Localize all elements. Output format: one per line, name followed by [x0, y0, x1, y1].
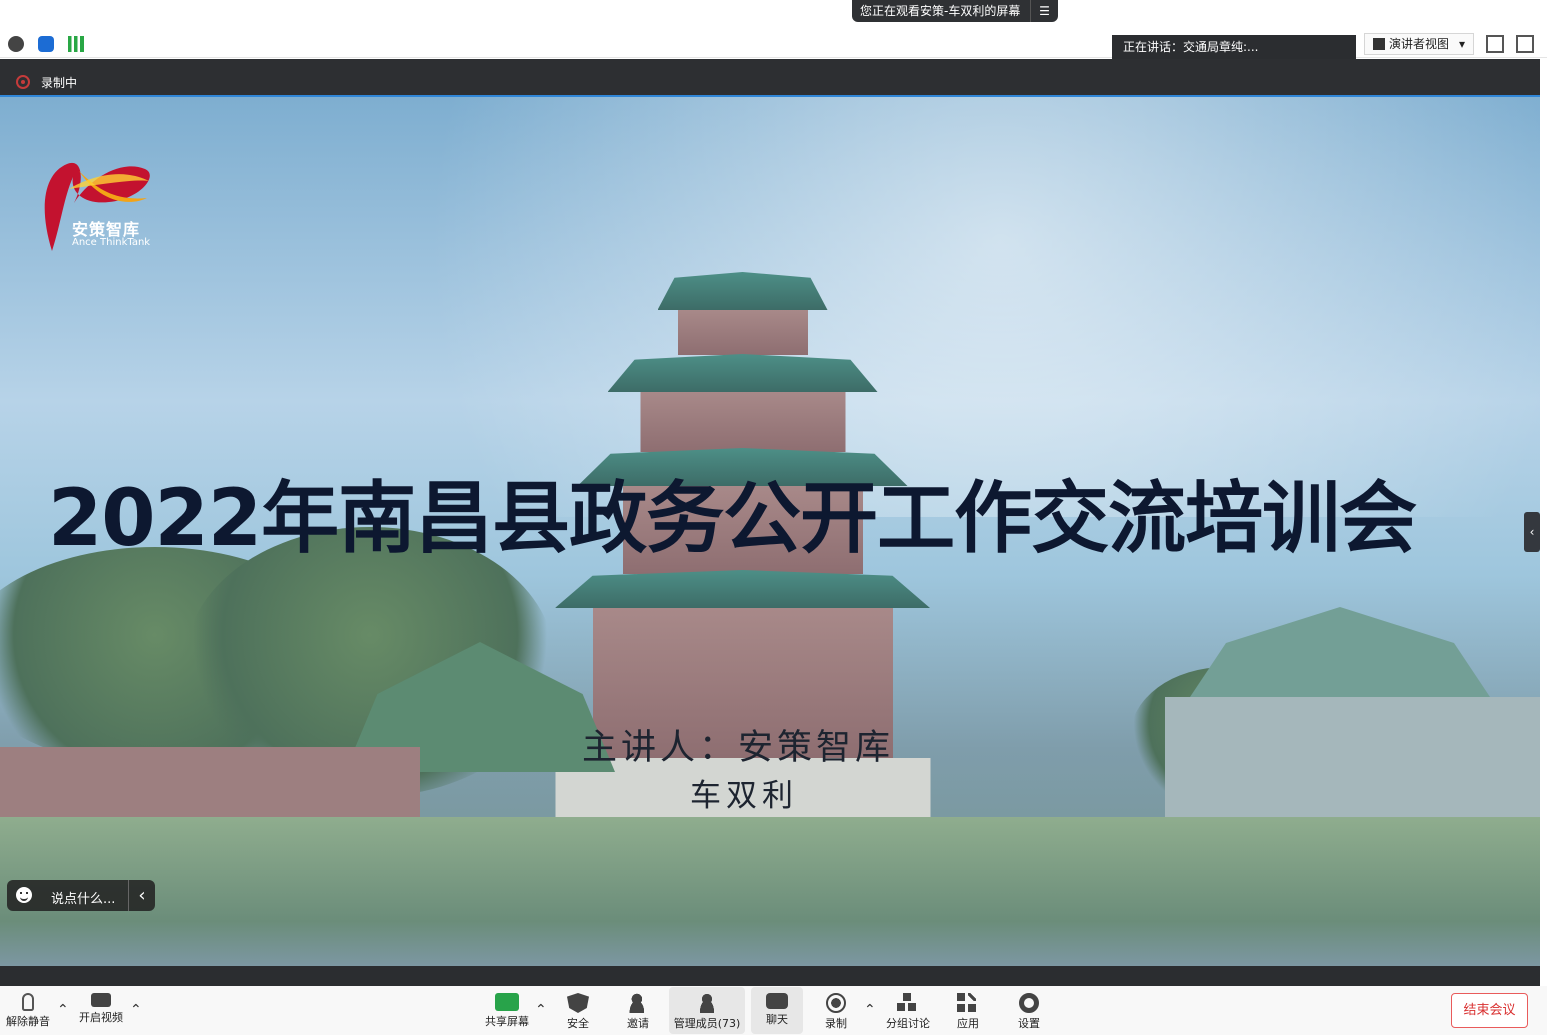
muted-microphone-icon: [22, 993, 34, 1011]
invite-button[interactable]: 邀请: [620, 987, 656, 1034]
record-label: 录制: [825, 1017, 847, 1030]
signal-icon[interactable]: [68, 36, 84, 52]
invite-label: 邀请: [627, 1017, 649, 1030]
slide-title: 2022年南昌县政务公开工作交流培训会: [48, 474, 1417, 564]
gear-icon: [1019, 993, 1039, 1013]
sidebar-toggle-icon[interactable]: [1516, 35, 1534, 53]
apps-button[interactable]: 应用: [950, 987, 986, 1034]
breakout-icon: [897, 993, 919, 1013]
shared-screen-slide: 安策智库 Ance ThinkTank 2022年南昌县政务公开工作交流培训会 …: [0, 97, 1540, 966]
share-screen-label: 共享屏幕: [485, 1015, 529, 1028]
apps-grid-icon: [957, 993, 979, 1013]
recording-icon: [16, 75, 30, 89]
start-video-button[interactable]: 开启视频: [75, 987, 127, 1034]
chat-input-placeholder: 说点什么...: [51, 892, 116, 907]
chat-bubble-icon: [766, 993, 788, 1009]
bottom-divider: [0, 966, 1540, 986]
share-screen-button[interactable]: 共享屏幕: [481, 987, 533, 1034]
apps-label: 应用: [957, 1017, 979, 1030]
unmute-label: 解除静音: [6, 1015, 50, 1028]
record-options-caret-icon[interactable]: ⌃: [864, 1002, 876, 1018]
security-button[interactable]: 安全: [560, 987, 596, 1034]
chat-quick-input[interactable]: 说点什么... ‹: [7, 880, 155, 911]
video-off-icon: [91, 993, 111, 1007]
presenter-line-2: 车双利: [690, 778, 798, 814]
recording-label: 录制中: [41, 76, 78, 90]
audio-options-caret-icon[interactable]: ⌃: [57, 1002, 69, 1018]
fullscreen-icon[interactable]: [1486, 35, 1504, 53]
manage-participants-button[interactable]: 管理成员(73): [669, 987, 745, 1034]
right-pavilion-roof: [1190, 607, 1490, 697]
video-options-caret-icon[interactable]: ⌃: [130, 1002, 142, 1018]
lawn: [0, 817, 1540, 966]
settings-button[interactable]: 设置: [1011, 987, 1047, 1034]
chevron-down-icon: ▾: [1458, 37, 1465, 51]
active-speaker-panel: 正在讲话：交通局章纯:...: [1112, 35, 1356, 59]
emoji-icon[interactable]: [16, 887, 32, 903]
settings-label: 设置: [1018, 1017, 1040, 1030]
right-hall: [1165, 697, 1540, 817]
share-banner: 您正在观看安策-车双利的屏幕 ☰: [852, 0, 1058, 22]
share-banner-text: 您正在观看安策-车双利的屏幕: [860, 4, 1021, 18]
start-video-label: 开启视频: [79, 1011, 123, 1024]
unmute-button[interactable]: 解除静音: [4, 987, 52, 1034]
top-banner: [0, 0, 1547, 30]
chat-label: 聊天: [766, 1013, 788, 1026]
record-button[interactable]: 录制: [818, 987, 854, 1034]
view-mode-select[interactable]: 演讲者视图 ▾: [1364, 33, 1474, 55]
info-icon[interactable]: [8, 36, 24, 52]
end-meeting-button[interactable]: 结束会议: [1451, 993, 1528, 1028]
manage-participants-label: 管理成员(73): [673, 1017, 741, 1030]
share-options-caret-icon[interactable]: ⌃: [535, 1002, 547, 1018]
chat-button[interactable]: 聊天: [751, 987, 803, 1034]
recording-bar: 录制中: [0, 59, 1540, 97]
active-speaker-text: 正在讲话：交通局章纯:...: [1123, 40, 1259, 54]
shield-icon[interactable]: [38, 36, 54, 52]
view-mode-label: 演讲者视图: [1389, 37, 1450, 51]
chevron-left-icon[interactable]: ‹: [128, 880, 155, 911]
presenter-line-1: 主讲人：安策智库: [582, 728, 895, 768]
menu-lines-icon[interactable]: ☰: [1030, 0, 1058, 22]
record-icon: [826, 993, 846, 1013]
security-label: 安全: [567, 1017, 589, 1030]
logo-english-text: Ance ThinkTank: [72, 237, 151, 248]
invite-user-icon: [627, 993, 649, 1013]
breakout-label: 分组讨论: [886, 1017, 930, 1030]
share-screen-icon: [495, 993, 519, 1011]
participants-icon: [696, 993, 718, 1013]
layout-icon: [1373, 38, 1385, 50]
breakout-rooms-button[interactable]: 分组讨论: [883, 987, 933, 1034]
security-shield-icon: [567, 993, 589, 1013]
side-panel-handle[interactable]: ‹: [1524, 512, 1540, 552]
